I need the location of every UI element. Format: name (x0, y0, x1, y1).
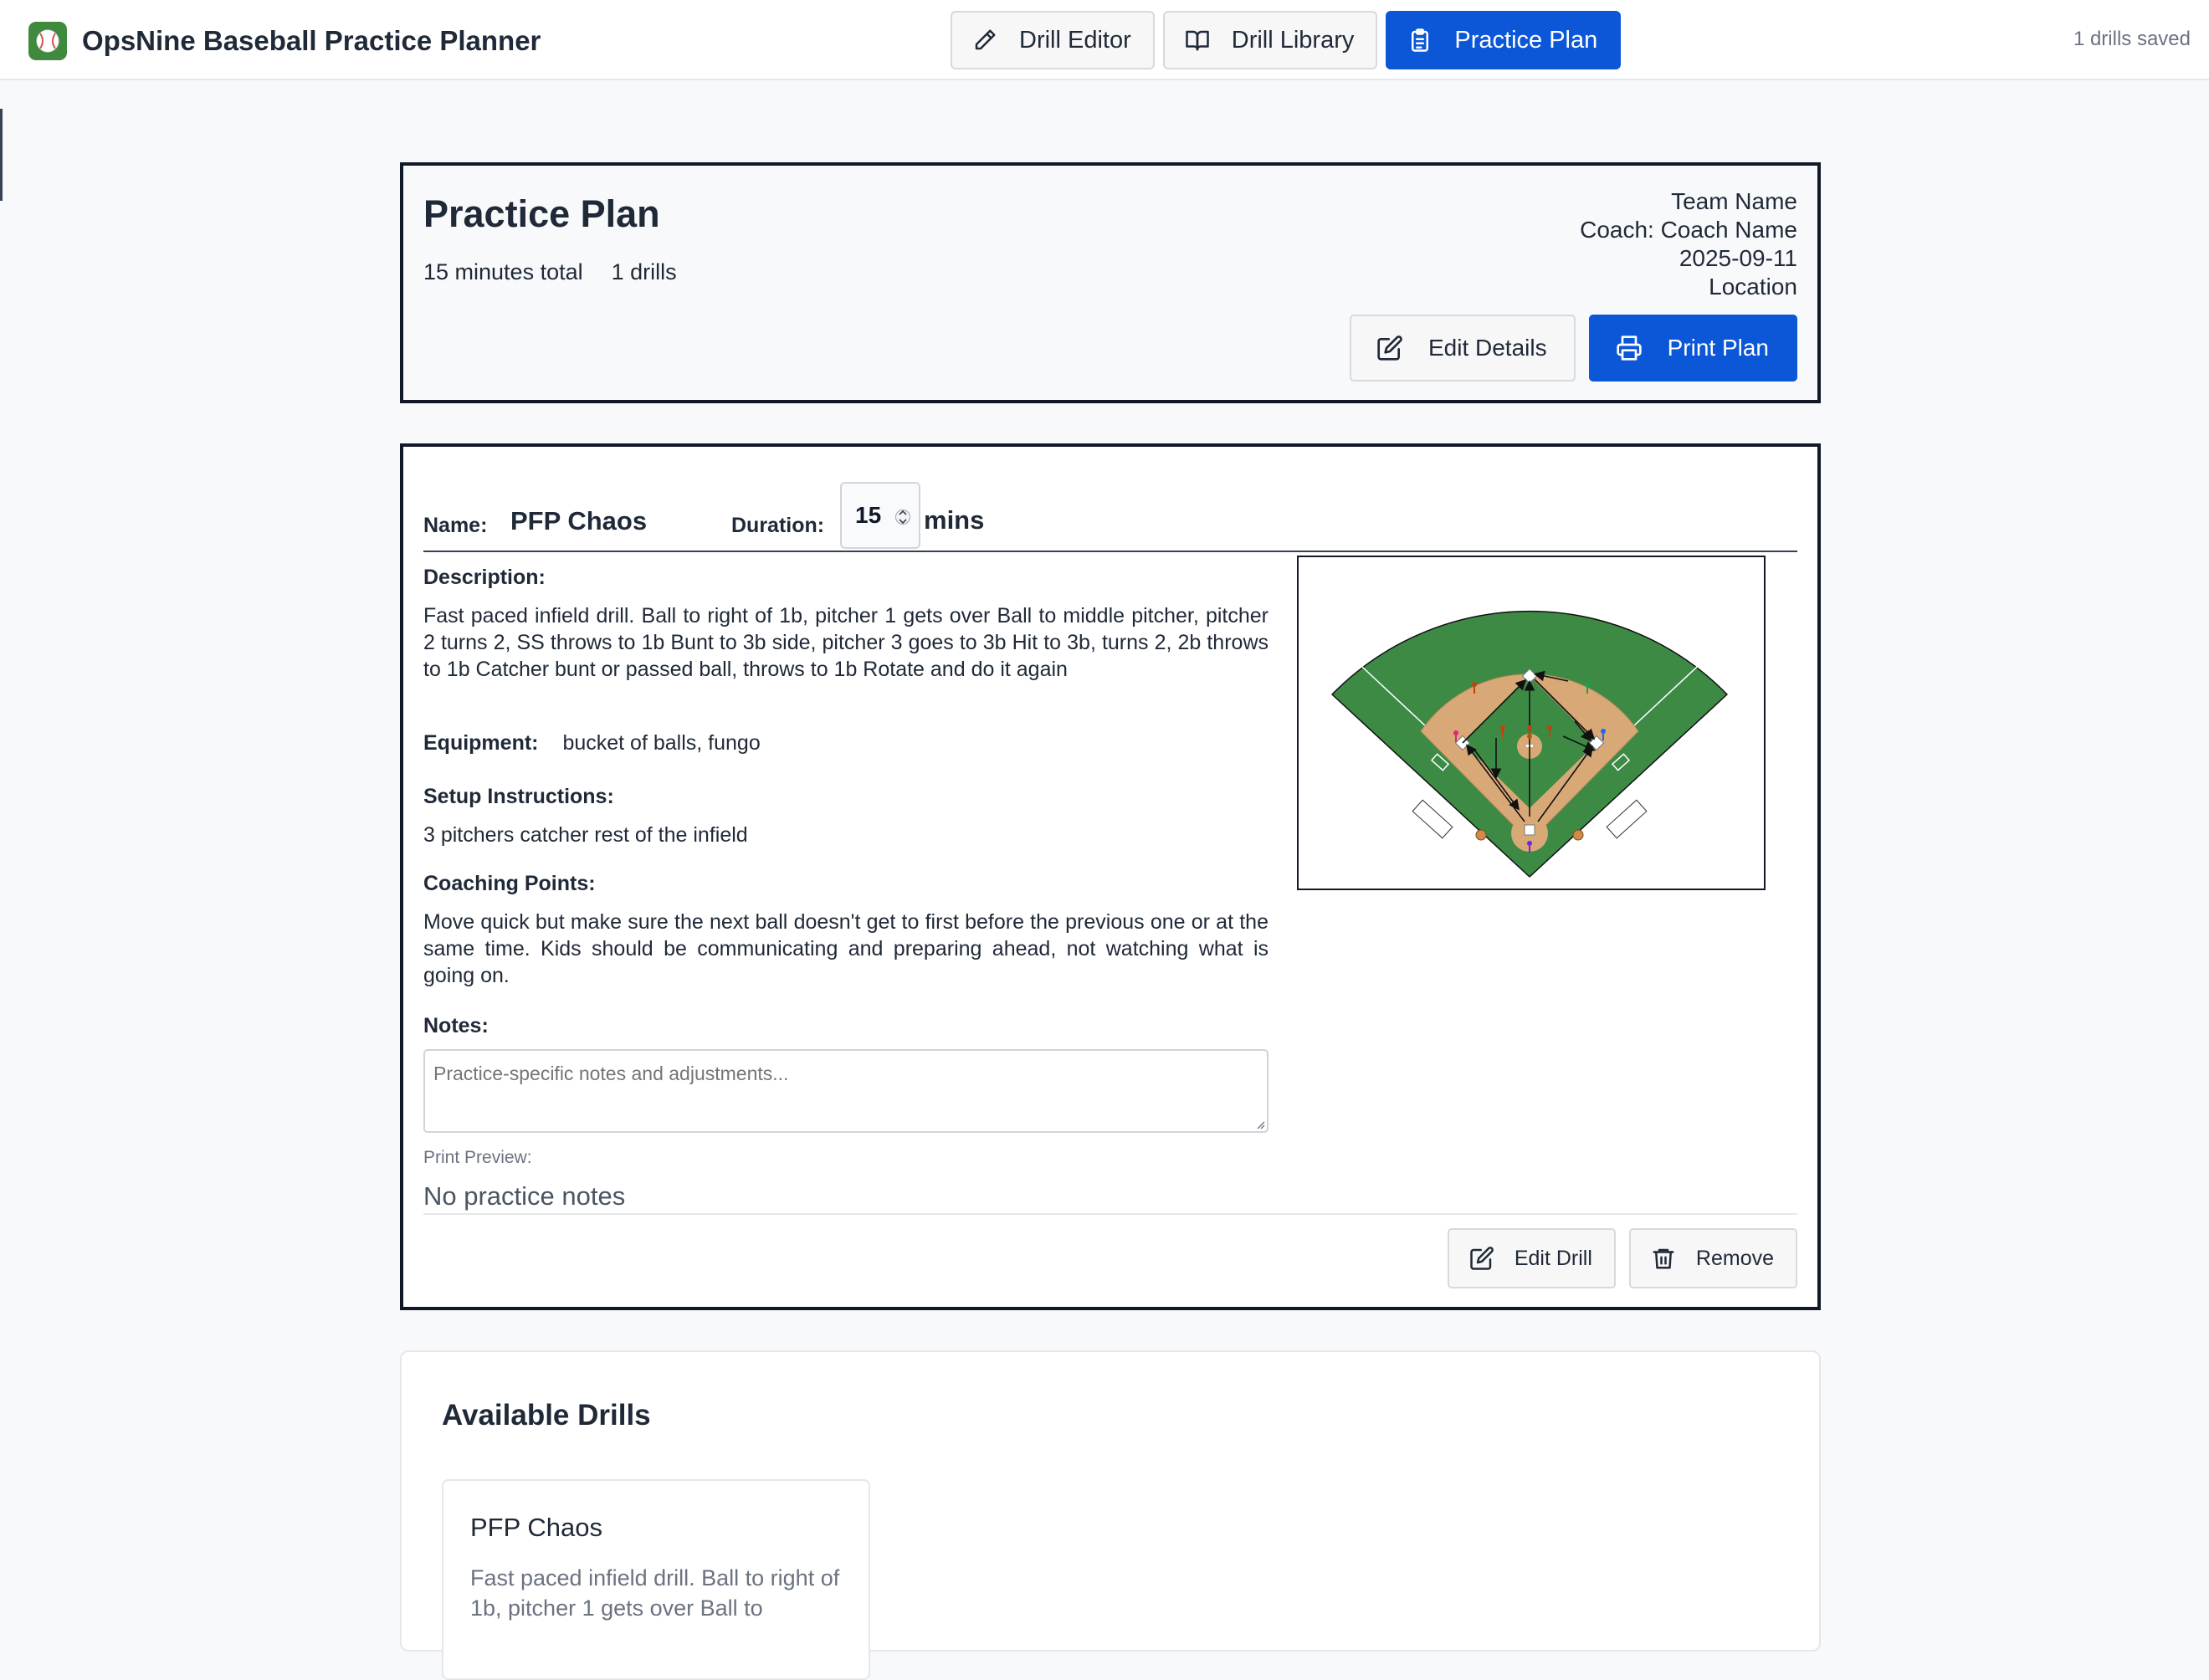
setup-label: Setup Instructions: (423, 785, 614, 808)
top-navigation-bar: OpsNine Baseball Practice Planner Drill … (0, 0, 2209, 80)
drill-card: Name: PFP Chaos Duration: 15 mins Descri… (400, 443, 1821, 1310)
button-label: Remove (1695, 1246, 1774, 1270)
baseball-logo-icon (28, 22, 67, 60)
practice-location: Location (1709, 274, 1797, 300)
window-edge (0, 109, 3, 201)
print-plan-button[interactable]: Print Plan (1588, 315, 1797, 382)
equipment-label: Equipment: (423, 731, 539, 755)
total-minutes: 15 minutes total (423, 259, 583, 284)
button-label: Print Plan (1667, 335, 1769, 361)
practice-plan-header: Practice Plan 15 minutes total 1 drills … (400, 162, 1821, 403)
saved-drills-count: 1 drills saved (2073, 28, 2191, 50)
edit-icon (1377, 335, 1402, 361)
app-title: OpsNine Baseball Practice Planner (82, 25, 541, 56)
coaching-points-label: Coaching Points: (423, 872, 596, 895)
drill-name-label: Name: (423, 514, 488, 537)
remove-drill-button[interactable]: Remove (1628, 1228, 1797, 1288)
plan-summary: 15 minutes total 1 drills (423, 259, 677, 285)
available-drills-title: Available Drills (442, 1399, 651, 1432)
duration-unit: mins (924, 505, 985, 535)
duration-input[interactable]: 15 (840, 482, 920, 549)
tab-label: Drill Library (1231, 26, 1355, 54)
printer-icon (1616, 335, 1642, 361)
practice-date: 2025-09-11 (1679, 245, 1797, 271)
edit-icon (1470, 1247, 1494, 1270)
team-info: Team Name Coach: Coach Name 2025-09-11 L… (1580, 187, 1797, 301)
available-drill-card[interactable]: PFP Chaos Fast paced infield drill. Ball… (442, 1479, 870, 1680)
edit-details-button[interactable]: Edit Details (1349, 315, 1576, 382)
equipment-text: bucket of balls, fungo (562, 731, 761, 755)
description-label: Description: (423, 566, 546, 589)
stepper-arrows-icon[interactable] (895, 505, 910, 529)
trash-icon (1653, 1248, 1674, 1269)
equipment-row: Equipment: bucket of balls, fungo (423, 731, 761, 755)
drill-card-title: PFP Chaos (470, 1513, 602, 1542)
drill-header: Name: PFP Chaos Duration: 15 mins (423, 467, 1797, 552)
page-title: Practice Plan (423, 192, 660, 235)
coaching-points-text: Move quick but make sure the next ball d… (423, 910, 1269, 987)
description-text: Fast paced infield drill. Ball to right … (423, 604, 1269, 681)
third-base-dugout (1412, 799, 1453, 839)
resize-grip-icon[interactable] (1255, 1119, 1265, 1129)
header-actions: Edit Details Print Plan (1349, 315, 1797, 382)
tab-label: Drill Editor (1019, 26, 1131, 54)
drill-count: 1 drills (611, 259, 677, 284)
drill-name: PFP Chaos (510, 506, 648, 535)
notes-textarea[interactable] (423, 1049, 1269, 1133)
available-drills-panel: Available Drills PFP Chaos Fast paced in… (400, 1350, 1821, 1680)
duration-value: 15 (855, 502, 882, 528)
notes-label: Notes: (423, 1014, 489, 1037)
home-plate (1524, 824, 1535, 836)
drill-card-excerpt: Fast paced infield drill. Ball to right … (470, 1565, 840, 1621)
field-diagram (1297, 556, 1766, 890)
team-name: Team Name (1671, 188, 1797, 214)
tab-practice-plan[interactable]: Practice Plan (1386, 11, 1622, 69)
duration-label: Duration: (731, 514, 825, 537)
drill-footer-divider (423, 1213, 1797, 1215)
brand: OpsNine Baseball Practice Planner (28, 22, 541, 60)
drill-actions: Edit Drill Remove (1447, 1228, 1797, 1288)
button-label: Edit Drill (1514, 1246, 1592, 1270)
button-label: Edit Details (1427, 335, 1547, 361)
clipboard-icon (1412, 28, 1429, 52)
print-preview-label: Print Preview: (423, 1148, 532, 1167)
tab-drill-library[interactable]: Drill Library (1162, 11, 1378, 69)
first-base-dugout (1606, 799, 1648, 839)
edit-drill-button[interactable]: Edit Drill (1447, 1228, 1616, 1288)
print-preview-text: No practice notes (423, 1181, 626, 1211)
pencil-icon (975, 29, 996, 50)
main-tabs: Drill Editor Drill Library Practice Plan (951, 11, 1622, 69)
coach-name: Coach: Coach Name (1580, 217, 1797, 243)
tab-drill-editor[interactable]: Drill Editor (951, 11, 1155, 69)
setup-text: 3 pitchers catcher rest of the infield (423, 823, 748, 847)
book-icon (1186, 30, 1209, 51)
tab-label: Practice Plan (1454, 26, 1598, 54)
